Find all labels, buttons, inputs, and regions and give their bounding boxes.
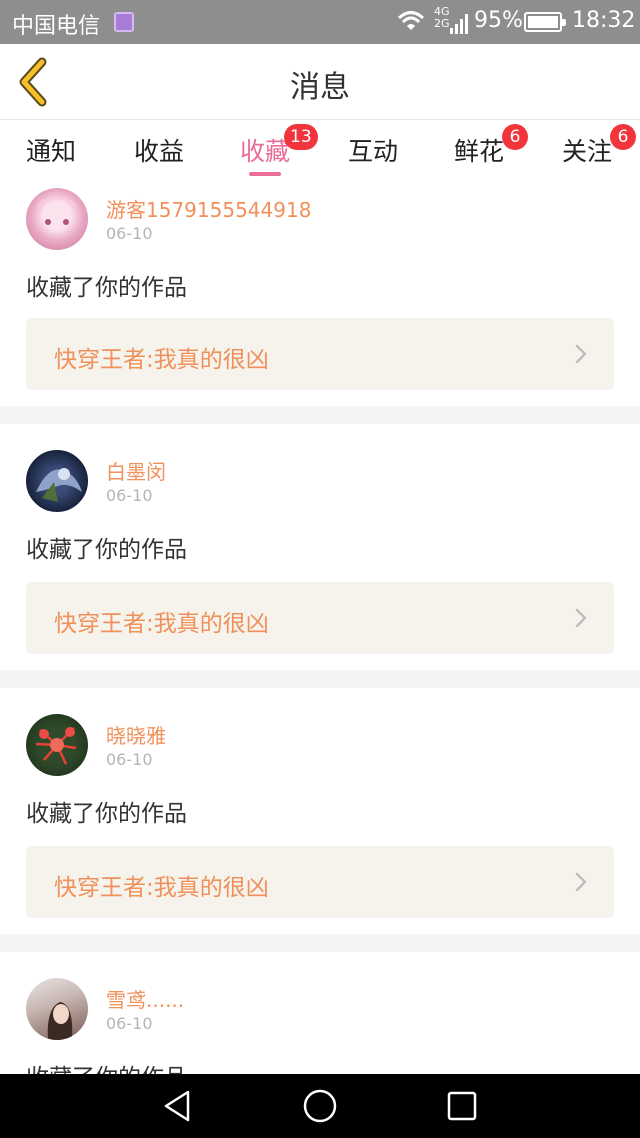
cell-signal-icon — [450, 12, 470, 34]
avatar-girl-photo-icon — [47, 1002, 73, 1040]
network-type-2g: 2G — [434, 17, 450, 30]
avatar[interactable] — [26, 714, 88, 776]
message-date: 06-10 — [106, 1014, 153, 1033]
tab-label: 通知 — [26, 137, 77, 166]
avatar-dark-anime-icon — [36, 468, 82, 502]
tab-badge: 6 — [610, 124, 636, 150]
status-bar: 中国电信 4G 2G 95% 18:32 — [0, 0, 640, 44]
message-text: 收藏了你的作品 — [26, 275, 187, 301]
username[interactable]: 白墨闵 — [106, 456, 166, 485]
message-date: 06-10 — [106, 486, 153, 505]
clock: 18:32 — [572, 8, 636, 33]
divider — [0, 670, 640, 688]
message-list: 游客1579155544918 06-10 收藏了你的作品 快穿王者:我真的很凶… — [0, 182, 640, 1092]
tab-notifications[interactable]: 通知 — [26, 132, 76, 168]
tab-interactions[interactable]: 互动 — [348, 132, 398, 168]
username[interactable]: 晓晓雅 — [106, 720, 166, 749]
tab-flowers[interactable]: 鲜花 6 — [454, 124, 528, 168]
tab-earnings[interactable]: 收益 — [134, 132, 184, 168]
tab-follows[interactable]: 关注 6 — [562, 124, 636, 168]
network-type-label: 4G 2G — [434, 6, 450, 30]
chevron-right-icon — [575, 608, 587, 628]
home-circle-icon[interactable] — [302, 1088, 338, 1124]
message-text: 收藏了你的作品 — [26, 537, 187, 563]
avatar[interactable] — [26, 188, 88, 250]
work-title: 快穿王者:我真的很凶 — [54, 611, 269, 637]
wifi-icon — [396, 8, 426, 40]
work-link[interactable]: 快穿王者:我真的很凶 — [26, 846, 614, 918]
message-date: 06-10 — [106, 750, 153, 769]
tab-label: 关注 — [562, 137, 613, 166]
battery-icon — [524, 12, 566, 32]
page-title: 消息 — [290, 70, 350, 105]
list-item: 雪鸢...... 06-10 收藏了你的作品 — [0, 952, 640, 1092]
avatar-pink-anime-icon — [36, 196, 78, 225]
list-item: 晓晓雅 06-10 收藏了你的作品 快穿王者:我真的很凶 — [0, 688, 640, 934]
work-title: 快穿王者:我真的很凶 — [54, 347, 269, 373]
username[interactable]: 雪鸢...... — [106, 984, 184, 1013]
list-item: 白墨闵 06-10 收藏了你的作品 快穿王者:我真的很凶 — [0, 424, 640, 670]
work-link[interactable]: 快穿王者:我真的很凶 — [26, 318, 614, 390]
carrier-label: 中国电信 — [12, 14, 101, 39]
system-nav-bar — [0, 1074, 640, 1138]
tab-favorites[interactable]: 收藏 13 — [240, 124, 318, 176]
active-tab-indicator — [249, 172, 281, 176]
tab-label: 互动 — [348, 137, 399, 166]
message-text: 收藏了你的作品 — [26, 801, 187, 827]
header: 消息 — [0, 44, 640, 120]
message-date: 06-10 — [106, 224, 153, 243]
divider — [0, 934, 640, 952]
battery-percent: 95% — [474, 8, 523, 33]
username[interactable]: 游客1579155544918 — [106, 194, 311, 223]
avatar-red-flower-icon — [35, 727, 77, 765]
recents-square-icon[interactable] — [444, 1088, 480, 1124]
tab-label: 鲜花 — [454, 137, 505, 166]
chevron-right-icon — [575, 344, 587, 364]
work-title: 快穿王者:我真的很凶 — [54, 875, 269, 901]
back-triangle-icon[interactable] — [160, 1088, 196, 1124]
tab-label: 收益 — [134, 137, 185, 166]
chevron-right-icon — [575, 872, 587, 892]
list-item: 游客1579155544918 06-10 收藏了你的作品 快穿王者:我真的很凶 — [0, 182, 640, 406]
tab-label: 收藏 — [240, 137, 291, 166]
tab-badge: 13 — [284, 124, 318, 150]
work-link[interactable]: 快穿王者:我真的很凶 — [26, 582, 614, 654]
avatar[interactable] — [26, 978, 88, 1040]
tab-bar: 通知 收益 收藏 13 互动 鲜花 6 关注 6 — [0, 120, 640, 182]
tab-badge: 6 — [502, 124, 528, 150]
divider — [0, 406, 640, 424]
avatar[interactable] — [26, 450, 88, 512]
app-notification-icon — [114, 12, 134, 32]
